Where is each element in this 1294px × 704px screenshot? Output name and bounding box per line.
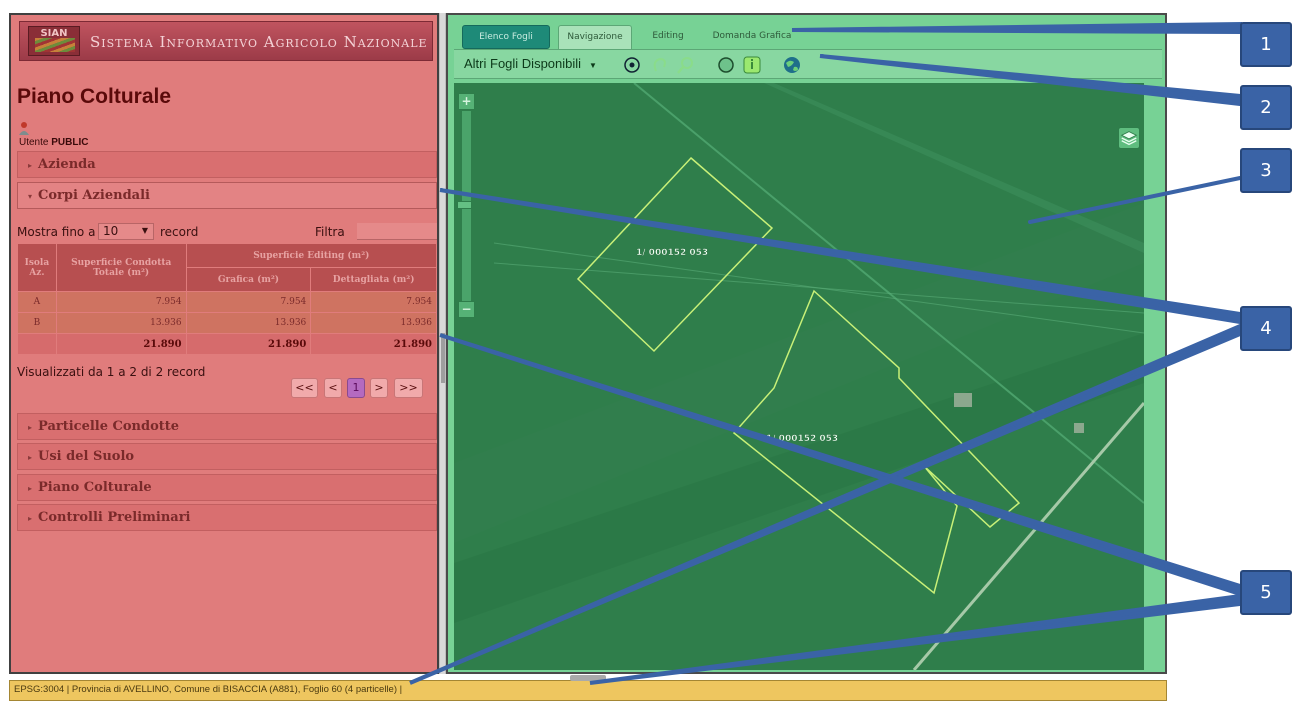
lasso-icon[interactable] (650, 55, 670, 75)
chevron-right-icon: ▸ (28, 452, 33, 462)
callout-3: 3 (1240, 148, 1292, 193)
pager-prev-button[interactable]: < (324, 378, 342, 398)
page-title: Piano Colturale (17, 85, 172, 108)
pan-icon[interactable] (622, 55, 642, 75)
accordion-piano-colturale[interactable]: ▸ Piano Colturale (17, 474, 437, 501)
cell-isola: B (17, 312, 57, 334)
header-superficie-editing: Superficie Editing (m²) (185, 243, 438, 268)
map-canvas[interactable]: 1/ 000152 053 1/ 000152 053 (454, 83, 1144, 670)
records-info: Visualizzati da 1 a 2 di 2 record (17, 365, 206, 379)
cell-dettagliata: 7.954 (310, 291, 437, 313)
cell-empty (17, 333, 57, 355)
zoom-in-button[interactable]: + (458, 93, 475, 110)
cell-condotta: 7.954 (55, 291, 187, 313)
accordion-label: Piano Colturale (38, 480, 152, 495)
chevron-down-icon: ▾ (28, 191, 33, 201)
tab-navigazione[interactable]: Navigazione (558, 25, 632, 49)
callout-1: 1 (1240, 22, 1292, 67)
total-grafica: 21.890 (185, 333, 312, 355)
callout-5: 5 (1240, 570, 1292, 615)
parcel-label: 1/ 000152 053 (766, 434, 838, 444)
globe-icon[interactable] (782, 55, 802, 75)
cell-condotta: 13.936 (55, 312, 187, 334)
user-line: Utente PUBLIC (19, 137, 88, 148)
building (1074, 423, 1084, 433)
tab-editing[interactable]: Editing (640, 25, 696, 49)
accordion-label: Azienda (38, 157, 96, 172)
accordion-label: Particelle Condotte (38, 419, 180, 434)
left-panel: SIAN Sistema Informativo Agricolo Nazion… (9, 13, 439, 674)
table-total-row: 21.890 21.890 21.890 (17, 333, 437, 355)
splitter-handle[interactable] (441, 333, 445, 383)
user-icon (19, 122, 29, 135)
header-grafica[interactable]: Grafica (m²) (185, 267, 312, 292)
header-superficie-condotta[interactable]: Superficie Condotta Totale (m²) (55, 243, 187, 292)
zoom-out-button[interactable]: − (458, 301, 475, 318)
zoom-slider-thumb[interactable] (457, 201, 472, 209)
page-size-select[interactable]: 10 ▼ (98, 223, 154, 240)
total-condotta: 21.890 (55, 333, 187, 355)
pager-page-button[interactable]: 1 (347, 378, 365, 398)
table-row[interactable]: B 13.936 13.936 13.936 (17, 312, 437, 334)
user-prefix: Utente (19, 137, 49, 148)
cell-dettagliata: 13.936 (310, 312, 437, 334)
cell-grafica: 13.936 (185, 312, 312, 334)
page-size-value: 10 (103, 224, 119, 238)
right-panel: Elenco Fogli Navigazione Editing Domanda… (446, 13, 1167, 674)
header-dettagliata[interactable]: Dettagliata (m²) (310, 267, 437, 292)
status-handle[interactable] (570, 675, 606, 681)
chevron-right-icon: ▸ (28, 422, 33, 432)
pager-first-button[interactable]: << (291, 378, 318, 398)
accordion-particelle-condotte[interactable]: ▸ Particelle Condotte (17, 413, 437, 440)
accordion-label: Controlli Preliminari (38, 510, 191, 525)
cell-isola: A (17, 291, 57, 313)
circle-icon[interactable] (716, 55, 736, 75)
chevron-right-icon: ▸ (28, 513, 33, 523)
page-size-label: Mostra fino a (17, 225, 96, 239)
record-label: record (160, 225, 199, 239)
system-title: Sistema Informativo Agricolo Nazionale (90, 33, 428, 51)
accordion-label: Usi del Suolo (38, 449, 135, 464)
accordion-usi-del-suolo[interactable]: ▸ Usi del Suolo (17, 443, 437, 470)
zoom-search-icon[interactable] (676, 55, 696, 75)
tab-elenco-fogli[interactable]: Elenco Fogli (462, 25, 550, 49)
accordion-azienda[interactable]: ▸ Azienda (17, 151, 437, 178)
map-view[interactable]: 1/ 000152 053 1/ 000152 053 + − (454, 83, 1144, 670)
tab-domanda-grafica[interactable]: Domanda Grafica (704, 25, 800, 49)
chevron-right-icon: ▸ (28, 483, 33, 493)
building (954, 393, 972, 407)
status-text: EPSG:3004 | Provincia di AVELLINO, Comun… (14, 684, 403, 695)
filter-label: Filtra (315, 225, 345, 239)
accordion-controlli-preliminari[interactable]: ▸ Controlli Preliminari (17, 504, 437, 531)
tabs-bar: Elenco Fogli Navigazione Editing Domanda… (454, 19, 1162, 49)
cell-grafica: 7.954 (185, 291, 312, 313)
accordion-corpi-aziendali[interactable]: ▾ Corpi Aziendali (17, 182, 437, 209)
chevron-right-icon: ▸ (28, 160, 33, 170)
header-isola[interactable]: Isola Az. (17, 243, 57, 292)
filter-input[interactable] (357, 223, 437, 240)
header-banner: SIAN Sistema Informativo Agricolo Nazion… (19, 21, 433, 61)
total-dettagliata: 21.890 (310, 333, 437, 355)
sheet-select-value: Altri Fogli Disponibili (464, 56, 582, 71)
corpi-aziendali-table: Isola Az. Superficie Condotta Totale (m²… (17, 243, 438, 355)
sheet-select[interactable]: Altri Fogli Disponibili ▼ (464, 56, 597, 71)
user-name: PUBLIC (51, 137, 89, 148)
accordion-label: Corpi Aziendali (38, 188, 150, 203)
map-toolbar: Altri Fogli Disponibili ▼ (454, 49, 1162, 79)
caret-down-icon: ▼ (589, 61, 597, 70)
status-bar: EPSG:3004 | Provincia di AVELLINO, Comun… (9, 675, 1167, 701)
caret-down-icon: ▼ (141, 226, 148, 235)
info-icon[interactable] (742, 55, 762, 75)
sian-logo: SIAN (28, 26, 80, 56)
parcel-label: 1/ 000152 053 (636, 248, 708, 258)
pager-last-button[interactable]: >> (394, 378, 423, 398)
callout-2: 2 (1240, 85, 1292, 130)
panel-splitter[interactable] (439, 13, 446, 674)
pager-next-button[interactable]: > (370, 378, 388, 398)
callout-4: 4 (1240, 306, 1292, 351)
logo-stripes (35, 38, 75, 52)
layers-icon[interactable] (1118, 127, 1140, 149)
table-row[interactable]: A 7.954 7.954 7.954 (17, 291, 437, 313)
table-controls: Mostra fino a 10 ▼ record Filtra (17, 223, 437, 241)
